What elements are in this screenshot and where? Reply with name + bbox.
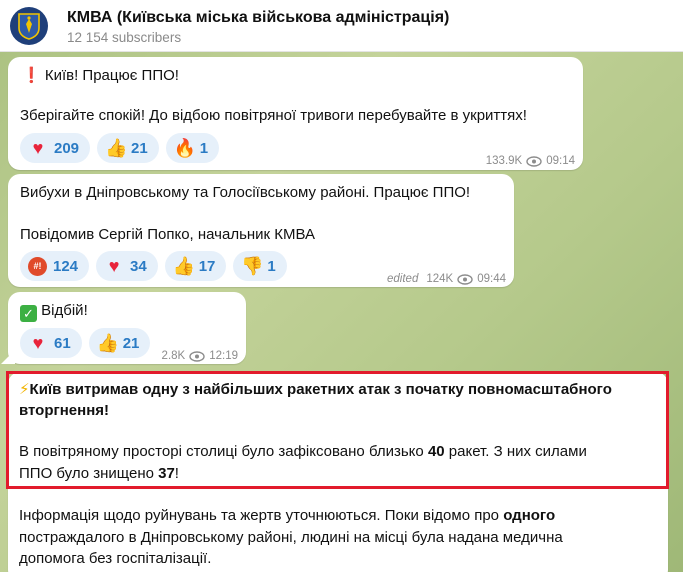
thumbs-up-icon: 👍 <box>96 333 120 353</box>
message-line: ❗ Київ! Працює ППО! <box>22 67 179 84</box>
reaction-angry-face[interactable]: #! 124 <box>20 251 90 281</box>
eye-icon <box>189 351 205 362</box>
message-bubble[interactable]: ❗ Київ! Працює ППО! Зберігайте спокій! Д… <box>8 57 583 170</box>
message-line: постраждалого в Дніпровському районі, лю… <box>19 529 563 546</box>
message-line: Вибухи в Дніпровському та Голосіївському… <box>20 184 471 201</box>
message-line: Повідомив Сергій Попко, начальник КМВА <box>20 226 316 243</box>
reactions-bar: ♥ 209 👍 21 🔥 1 <box>20 133 220 163</box>
reaction-thumbs-down[interactable]: 👎 1 <box>233 251 287 281</box>
eye-icon <box>457 274 473 285</box>
subscriber-count: 12 154 subscribers <box>67 30 182 45</box>
reaction-thumbs-up[interactable]: 👍 21 <box>88 328 151 358</box>
heart-icon: ♥ <box>32 333 44 353</box>
heart-icon: ♥ <box>32 138 44 158</box>
message-bubble[interactable]: ✓ Відбій! ♥ 61 👍 21 2.8K 12:19 <box>8 292 246 364</box>
message-bubble[interactable]: Вибухи в Дніпровському та Голосіївському… <box>8 174 514 287</box>
reaction-thumbs-up[interactable]: 👍 21 <box>97 133 159 163</box>
message-time: 09:14 <box>546 155 575 167</box>
lightning-icon: ⚡ <box>19 381 30 398</box>
message-line: ✓ Відбій! <box>20 300 88 322</box>
message-meta: 2.8K 12:19 <box>162 346 238 367</box>
view-count: 2.8K <box>161 350 186 362</box>
thumbs-up-icon: 👍 <box>105 138 128 158</box>
channel-title: КМВА (Київська міська військова адмініст… <box>67 9 450 26</box>
message-time: 09:44 <box>477 273 506 285</box>
message-bubble[interactable]: ⚡Київ витримав одну з найбільших ракетни… <box>8 372 668 572</box>
eye-icon <box>526 156 542 167</box>
reaction-heart[interactable]: ♥ 61 <box>20 328 82 358</box>
reactions-bar: ♥ 61 👍 21 <box>20 328 151 358</box>
channel-avatar[interactable] <box>10 7 48 45</box>
angry-face-icon: #! <box>28 256 47 276</box>
thumbs-down-icon: 👎 <box>241 256 264 276</box>
message-line: ППО було знищено 37! <box>19 465 179 482</box>
message-line: Інформація щодо руйнувань та жертв уточн… <box>19 507 556 524</box>
heart-icon: ♥ <box>108 256 120 276</box>
message-line: Зберігайте спокій! До відбою повітряної … <box>20 107 527 124</box>
fire-icon: 🔥 <box>173 138 197 158</box>
check-mark-icon: ✓ <box>20 305 37 322</box>
reaction-fire[interactable]: 🔥 1 <box>165 133 220 163</box>
message-time: 12:19 <box>209 350 238 362</box>
reactions-bar: #! 124 ♥ 34 👍 17 👎 1 <box>20 251 287 281</box>
message-meta: 133.9K 09:14 <box>486 151 575 172</box>
view-count: 124K <box>426 273 454 285</box>
thumbs-up-icon: 👍 <box>172 256 196 276</box>
message-headline: ⚡Київ витримав одну з найбільших ракетни… <box>19 381 612 398</box>
message-line: допомога без госпіталізації. <box>19 550 212 567</box>
message-line: В повітряному просторі столиці було зафі… <box>19 443 587 460</box>
message-meta: edited 124K 09:44 <box>387 269 506 290</box>
coat-of-arms-icon <box>18 13 40 40</box>
reaction-thumbs-up[interactable]: 👍 17 <box>164 251 227 281</box>
channel-header[interactable]: КМВА (Київська міська військова адмініст… <box>0 0 683 52</box>
edited-label: edited <box>387 273 419 285</box>
reaction-heart[interactable]: ♥ 34 <box>96 251 158 281</box>
message-headline: вторгнення! <box>19 402 110 419</box>
reaction-heart[interactable]: ♥ 209 <box>20 133 91 163</box>
view-count: 133.9K <box>485 155 523 167</box>
